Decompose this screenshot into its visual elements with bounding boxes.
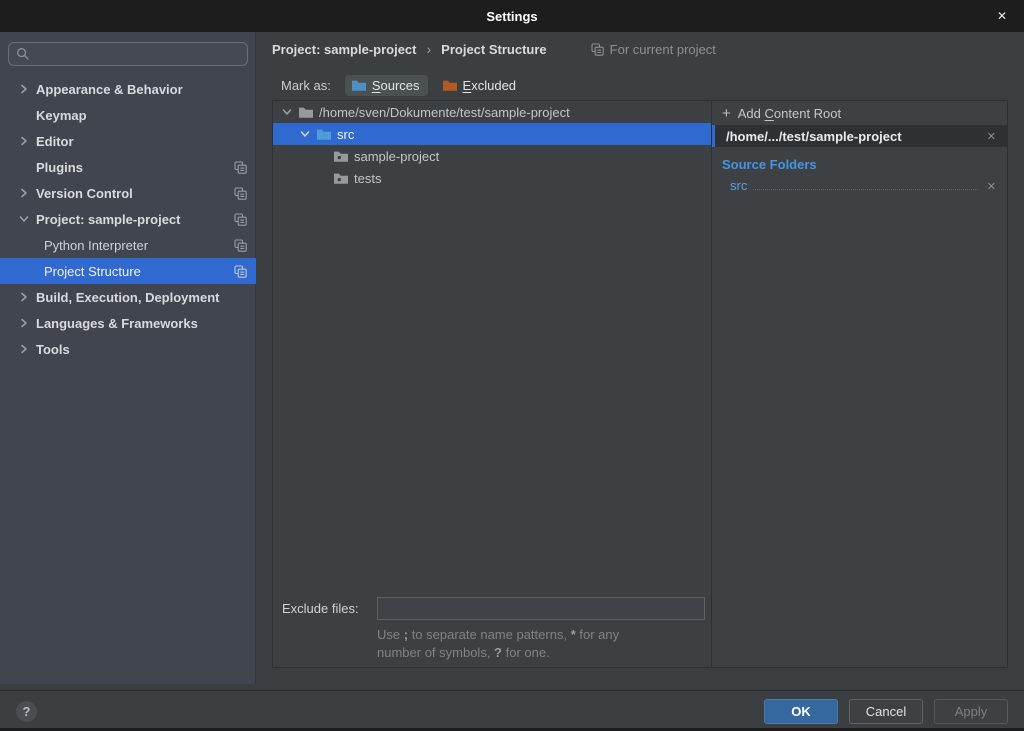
cancel-button[interactable]: Cancel [849,699,923,724]
source-folder-icon [316,127,332,141]
remove-source-folder-icon[interactable]: ✕ [984,180,999,193]
search-field[interactable] [8,42,248,66]
folder-icon [298,105,314,119]
sidebar-item-build-execution-deployment[interactable]: Build, Execution, Deployment [0,284,256,310]
chevron-right-icon [18,317,36,329]
source-folders-heading: Source Folders [722,157,1007,172]
content-root-row[interactable]: /home/.../test/sample-project ✕ [712,125,1007,147]
mark-sources-button[interactable]: Sources [345,75,428,96]
per-project-settings-icon [234,213,247,226]
add-content-root-button[interactable]: + Add Content Root [712,101,1007,125]
content-root-path: /home/.../test/sample-project [726,129,984,144]
exclude-files-input[interactable] [377,597,705,620]
search-input[interactable] [30,47,247,62]
mark-excluded-button[interactable]: Excluded [436,75,524,96]
source-folder-row[interactable]: src ✕ [712,174,1007,195]
per-project-settings-icon [234,239,247,252]
settings-sidebar: Appearance & Behavior Keymap Editor Plug… [0,32,256,684]
chevron-right-icon [18,291,36,303]
dotted-leader [753,176,977,190]
sidebar-item-tools[interactable]: Tools [0,336,256,362]
excluded-folder-icon [442,78,458,92]
folder-icon [333,149,349,163]
settings-nav: Appearance & Behavior Keymap Editor Plug… [0,76,256,362]
plus-icon: + [722,105,731,122]
folder-icon [333,171,349,185]
search-icon [16,47,30,61]
sidebar-item-project-structure[interactable]: Project Structure [0,258,256,284]
tree-row-content-root[interactable]: /home/sven/Dokumente/test/sample-project [273,101,711,123]
exclude-files-section: Exclude files: Use ; to separate name pa… [273,597,711,662]
sidebar-item-appearance-behavior[interactable]: Appearance & Behavior [0,76,256,102]
sidebar-item-python-interpreter[interactable]: Python Interpreter [0,232,256,258]
dialog-footer: ? OK Cancel Apply [0,690,1024,731]
sidebar-item-version-control[interactable]: Version Control [0,180,256,206]
sidebar-item-languages-frameworks[interactable]: Languages & Frameworks [0,310,256,336]
sidebar-item-keymap[interactable]: Keymap [0,102,256,128]
content-roots-panel: + Add Content Root /home/.../test/sample… [711,100,1008,668]
chevron-down-icon[interactable] [299,128,311,140]
chevron-right-icon [18,187,36,199]
tree-row-tests[interactable]: tests [273,167,711,189]
ok-button[interactable]: OK [764,699,838,724]
per-project-settings-icon [234,187,247,200]
exclude-files-label: Exclude files: [282,601,377,616]
tree-row-src[interactable]: src [273,123,711,145]
per-project-settings-icon [591,43,604,56]
chevron-right-icon [18,343,36,355]
per-project-settings-icon [234,161,247,174]
help-button[interactable]: ? [16,701,37,722]
source-folder-name: src [730,178,747,193]
per-project-settings-icon [234,265,247,278]
sources-folder-icon [351,78,367,92]
exclude-files-hint: Use ; to separate name patterns, * for a… [377,626,697,662]
sidebar-item-editor[interactable]: Editor [0,128,256,154]
chevron-right-icon [18,135,36,147]
chevron-right-icon [18,83,36,95]
page-title: Project Structure [441,42,546,57]
sidebar-item-project[interactable]: Project: sample-project [0,206,256,232]
dialog-titlebar: Settings ✕ [0,0,1024,32]
chevron-down-icon [18,213,36,225]
breadcrumb-project: Project: sample-project [272,42,417,57]
tree-row-sample-project[interactable]: sample-project [273,145,711,167]
chevron-down-icon[interactable] [281,106,293,118]
breadcrumb-separator: › [427,41,432,57]
dialog-title: Settings [486,9,537,24]
directory-tree-panel: /home/sven/Dokumente/test/sample-project… [272,100,712,668]
mark-as-toolbar: Mark as: Sources Excluded [281,72,524,98]
scope-note: For current project [591,42,716,57]
close-icon[interactable]: ✕ [990,0,1014,32]
mark-as-label: Mark as: [281,78,331,93]
breadcrumb: Project: sample-project › Project Struct… [272,38,716,60]
sidebar-item-plugins[interactable]: Plugins [0,154,256,180]
remove-content-root-icon[interactable]: ✕ [984,130,999,143]
apply-button: Apply [934,699,1008,724]
